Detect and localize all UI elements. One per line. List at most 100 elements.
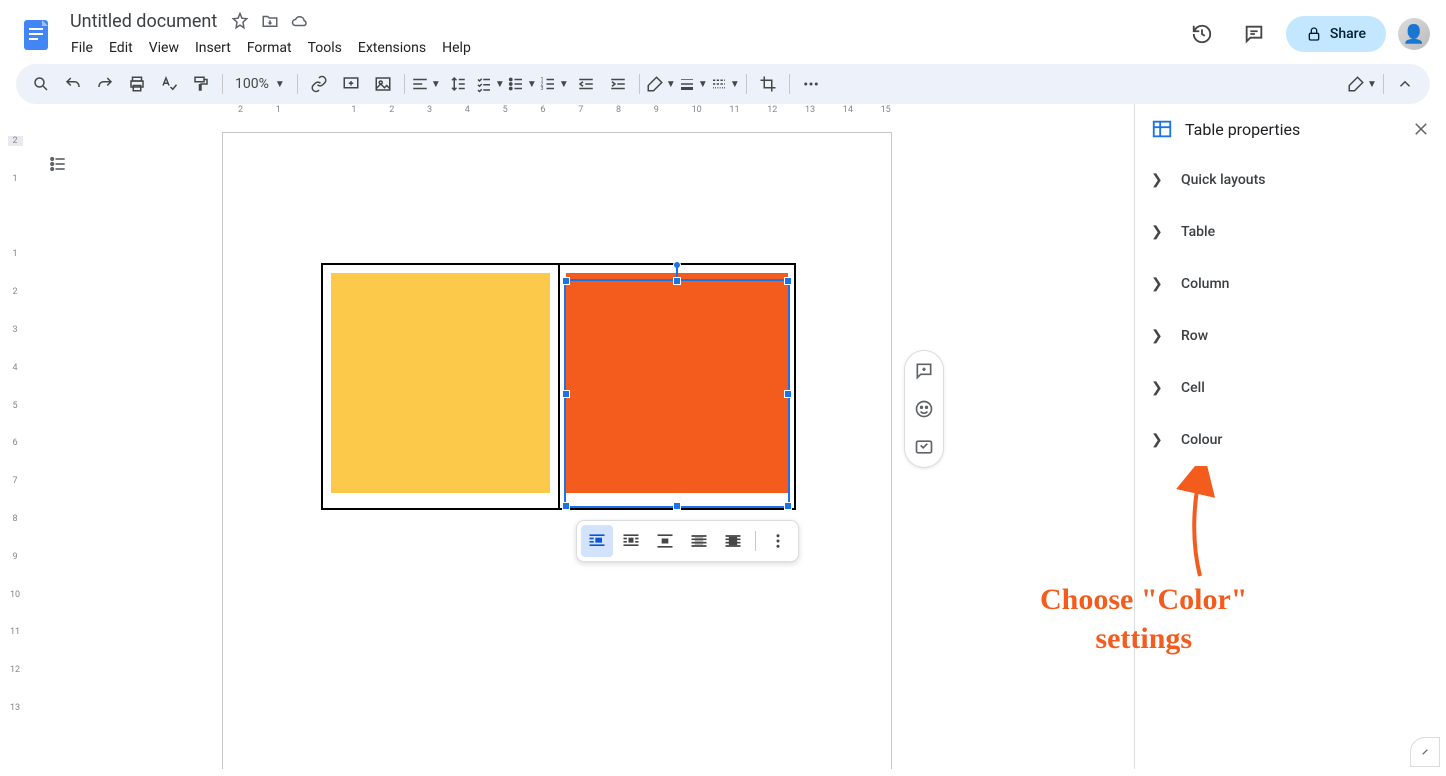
search-icon[interactable]	[26, 69, 56, 99]
behind-text-icon[interactable]	[683, 525, 715, 557]
section-label: Column	[1181, 276, 1229, 292]
document-title[interactable]: Untitled document	[64, 9, 223, 34]
emoji-reaction-icon[interactable]	[910, 395, 938, 423]
ruler-v-tick: 11	[6, 627, 24, 637]
bulleted-list-icon[interactable]: ▼	[507, 69, 537, 99]
wrap-text-icon[interactable]	[615, 525, 647, 557]
ruler-v-tick: 12	[6, 665, 24, 675]
ruler-v-tick: 1	[6, 249, 24, 259]
history-icon[interactable]	[1182, 14, 1222, 54]
ruler-h-tick: 5	[503, 105, 508, 115]
insert-image-icon[interactable]	[368, 69, 398, 99]
ruler-h-tick: 9	[654, 105, 659, 115]
ruler-v-tick: 4	[6, 363, 24, 373]
menu-edit[interactable]: Edit	[102, 36, 140, 60]
decrease-indent-icon[interactable]	[571, 69, 601, 99]
menu-tools[interactable]: Tools	[301, 36, 349, 60]
orange-shape[interactable]	[566, 273, 789, 493]
suggest-edit-icon[interactable]	[910, 433, 938, 461]
section-label: Row	[1181, 328, 1208, 344]
section-row[interactable]: ❯Row	[1135, 310, 1446, 362]
ruler-h-tick: 7	[578, 105, 583, 115]
image-options-toolbar	[576, 520, 799, 562]
increase-indent-icon[interactable]	[603, 69, 633, 99]
document-page[interactable]	[222, 132, 892, 769]
cloud-status-icon[interactable]	[291, 12, 309, 30]
table[interactable]	[321, 263, 796, 510]
table-cell-1[interactable]	[322, 264, 559, 509]
border-weight-icon[interactable]: ▼	[678, 69, 708, 99]
section-colour[interactable]: ❯Colour	[1135, 414, 1446, 466]
link-icon[interactable]	[304, 69, 334, 99]
line-spacing-icon[interactable]	[443, 69, 473, 99]
resize-handle-se[interactable]	[784, 502, 792, 510]
canvas-area: 21123456789101112131415	[28, 104, 1134, 769]
add-comment-icon[interactable]	[336, 69, 366, 99]
paint-format-icon[interactable]	[186, 69, 216, 99]
ruler-v-tick: 5	[6, 401, 24, 411]
ruler-v-tick: 13	[6, 703, 24, 713]
more-icon[interactable]	[796, 69, 826, 99]
close-icon[interactable]	[1412, 120, 1430, 138]
wrap-inline-icon[interactable]	[581, 525, 613, 557]
menu-view[interactable]: View	[142, 36, 186, 60]
break-text-icon[interactable]	[649, 525, 681, 557]
section-cell[interactable]: ❯Cell	[1135, 362, 1446, 414]
spellcheck-icon[interactable]	[154, 69, 184, 99]
zoom-value: 100%	[235, 76, 269, 92]
numbered-list-icon[interactable]: 123▼	[539, 69, 569, 99]
ruler-h-tick: 3	[427, 105, 432, 115]
ruler-h-tick: 1	[351, 105, 356, 115]
section-table[interactable]: ❯Table	[1135, 206, 1446, 258]
ruler-h-tick: 1	[276, 105, 281, 115]
menu-insert[interactable]: Insert	[188, 36, 238, 60]
menu-extensions[interactable]: Extensions	[351, 36, 433, 60]
header: Untitled document File Edit View Insert …	[0, 0, 1446, 60]
crop-icon[interactable]	[753, 69, 783, 99]
section-column[interactable]: ❯Column	[1135, 258, 1446, 310]
image-more-icon[interactable]	[762, 525, 794, 557]
ruler-v-tick: 6	[6, 438, 24, 448]
share-label: Share	[1330, 26, 1366, 42]
infront-text-icon[interactable]	[717, 525, 749, 557]
table-properties-panel: Table properties ❯Quick layouts ❯Table ❯…	[1134, 104, 1446, 769]
rotate-handle[interactable]	[673, 261, 681, 269]
page-side-toolbar	[904, 350, 944, 468]
yellow-shape[interactable]	[331, 273, 550, 493]
move-icon[interactable]	[261, 12, 279, 30]
docs-logo[interactable]	[16, 14, 56, 54]
resize-handle-s[interactable]	[673, 502, 681, 510]
chevron-right-icon: ❯	[1151, 172, 1167, 188]
table-cell-2[interactable]	[559, 264, 796, 509]
menu-format[interactable]: Format	[240, 36, 299, 60]
undo-icon[interactable]	[58, 69, 88, 99]
chevron-right-icon: ❯	[1151, 432, 1167, 448]
redo-icon[interactable]	[90, 69, 120, 99]
section-quick-layouts[interactable]: ❯Quick layouts	[1135, 154, 1446, 206]
ruler-h-tick: 4	[465, 105, 470, 115]
collapse-toolbar-icon[interactable]	[1390, 69, 1420, 99]
outline-toggle-icon[interactable]	[40, 146, 76, 182]
menu-help[interactable]: Help	[435, 36, 478, 60]
ruler-h-tick: 2	[389, 105, 394, 115]
checklist-icon[interactable]: ▼	[475, 69, 505, 99]
border-dash-icon[interactable]: ▼	[710, 69, 740, 99]
ruler-h-tick: 2	[238, 105, 243, 115]
avatar[interactable]: 👤	[1398, 18, 1430, 50]
menu-file[interactable]: File	[64, 36, 100, 60]
comments-icon[interactable]	[1234, 14, 1274, 54]
star-icon[interactable]	[231, 12, 249, 30]
share-button[interactable]: Share	[1286, 16, 1386, 52]
title-area: Untitled document File Edit View Insert …	[64, 9, 1182, 60]
zoom-dropdown[interactable]: 100%▼	[229, 76, 291, 92]
resize-handle-sw[interactable]	[562, 502, 570, 510]
print-icon[interactable]	[122, 69, 152, 99]
add-comment-side-icon[interactable]	[910, 357, 938, 385]
border-color-icon[interactable]: ▼	[646, 69, 676, 99]
ruler-v-tick: 8	[6, 514, 24, 524]
explore-icon[interactable]	[1410, 737, 1440, 767]
ruler-v-tick: 7	[6, 476, 24, 486]
editing-mode-icon[interactable]: ▼	[1347, 69, 1377, 99]
align-icon[interactable]: ▼	[411, 69, 441, 99]
horizontal-ruler: 21123456789101112131415	[28, 104, 1134, 120]
